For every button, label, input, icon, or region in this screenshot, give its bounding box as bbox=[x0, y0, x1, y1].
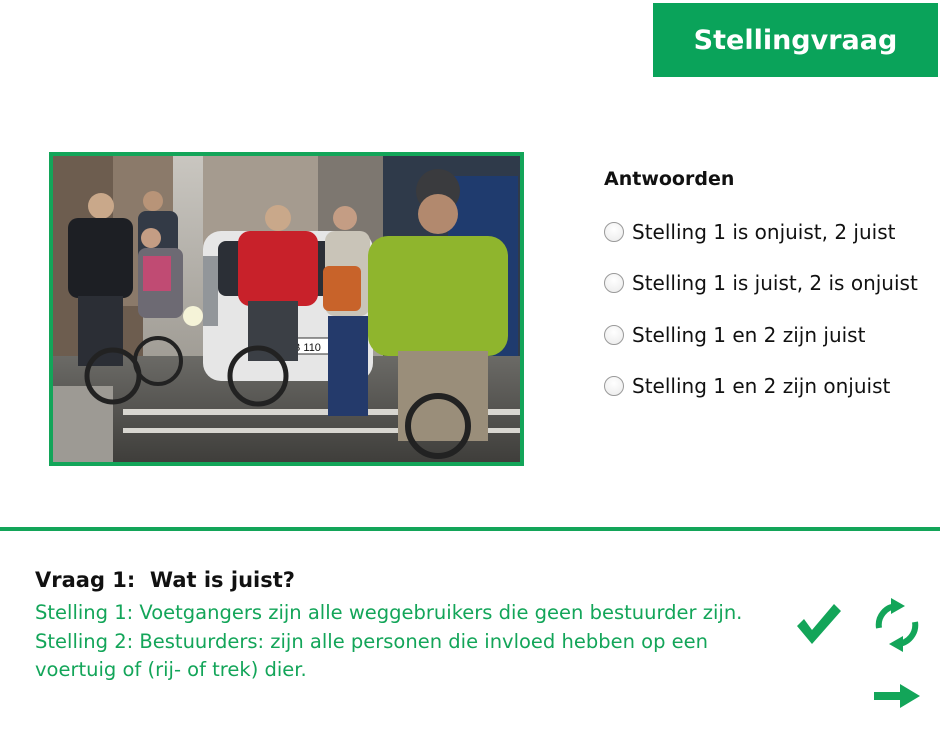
section-divider bbox=[0, 527, 940, 531]
refresh-button[interactable] bbox=[875, 598, 919, 652]
answer-option-label: Stelling 1 en 2 zijn onjuist bbox=[632, 374, 891, 398]
statement-2-line-1: Stelling 2: Bestuurders: zijn alle perso… bbox=[35, 630, 709, 653]
next-button[interactable] bbox=[874, 684, 920, 708]
arrow-right-icon bbox=[874, 684, 920, 708]
answer-option-1[interactable]: Stelling 1 is onjuist, 2 juist bbox=[604, 220, 895, 244]
answer-option-label: Stelling 1 is juist, 2 is onjuist bbox=[632, 271, 918, 295]
answer-option-4[interactable]: Stelling 1 en 2 zijn onjuist bbox=[604, 374, 890, 398]
question-title: Vraag 1: Wat is juist? bbox=[35, 568, 295, 592]
statement-1: Stelling 1: Voetgangers zijn alle weggeb… bbox=[35, 601, 743, 624]
question-photo: B 110 bbox=[49, 152, 524, 466]
refresh-icon bbox=[875, 598, 919, 652]
answer-option-label: Stelling 1 is onjuist, 2 juist bbox=[632, 220, 896, 244]
radio-button[interactable] bbox=[604, 376, 624, 396]
answer-option-2[interactable]: Stelling 1 is juist, 2 is onjuist bbox=[604, 271, 918, 295]
radio-button[interactable] bbox=[604, 325, 624, 345]
question-type-badge: Stellingvraag bbox=[653, 3, 938, 77]
answer-option-label: Stelling 1 en 2 zijn juist bbox=[632, 323, 866, 347]
street-scene-image: B 110 bbox=[53, 156, 520, 462]
checkmark-icon bbox=[797, 604, 841, 644]
radio-button[interactable] bbox=[604, 273, 624, 293]
statement-2-line-2: voertuig of (rij- of trek) dier. bbox=[35, 658, 307, 681]
submit-button[interactable] bbox=[794, 600, 842, 648]
radio-button[interactable] bbox=[604, 222, 624, 242]
answer-option-3[interactable]: Stelling 1 en 2 zijn juist bbox=[604, 323, 865, 347]
answers-heading: Antwoorden bbox=[604, 168, 735, 190]
question-type-label: Stellingvraag bbox=[693, 24, 898, 56]
